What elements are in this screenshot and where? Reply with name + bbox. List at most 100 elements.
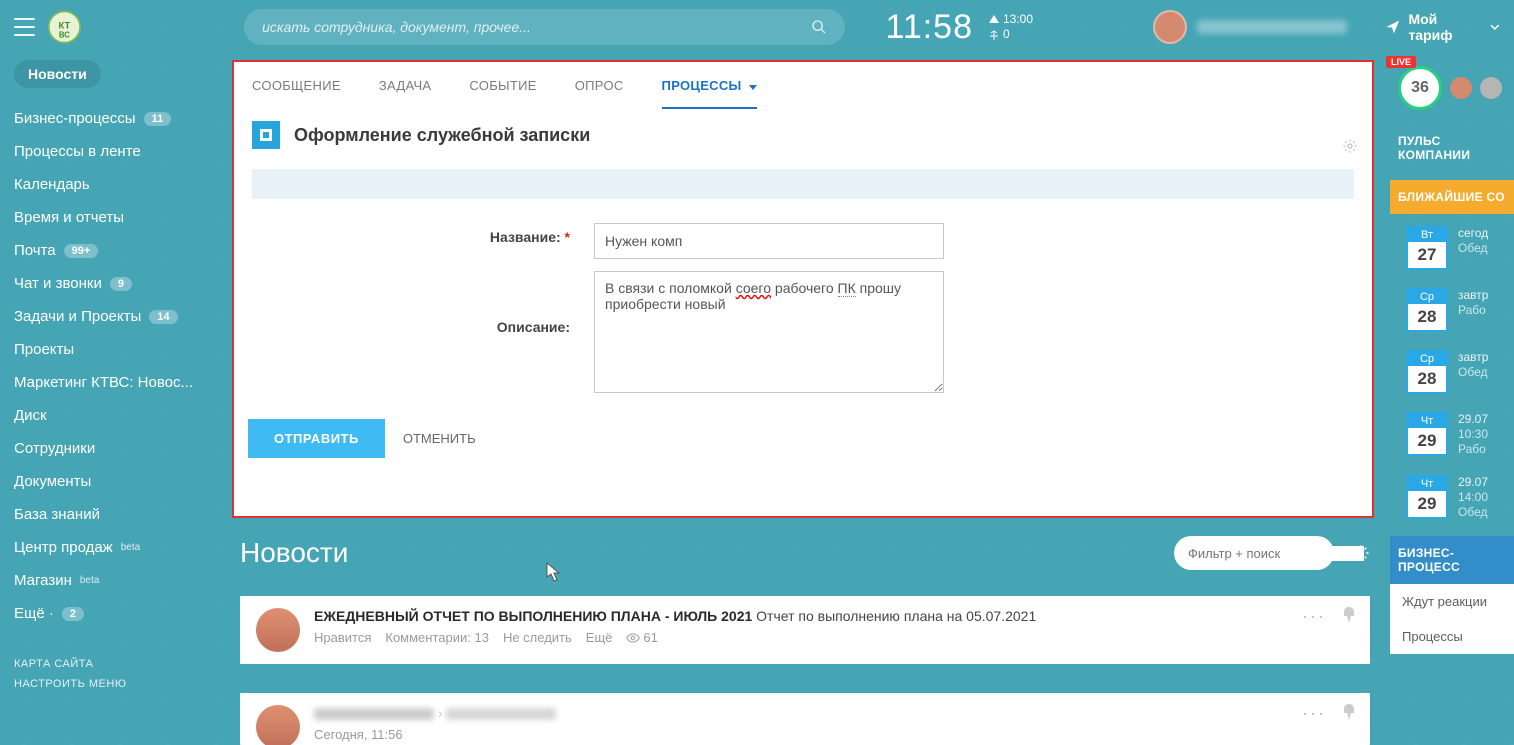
sidebar-item[interactable]: Магазинbeta [14,564,224,597]
sidebar-item[interactable]: Процессы в ленте [14,135,224,168]
user-name-blurred [1197,20,1347,34]
more-menu-icon[interactable]: ··· [1302,606,1326,627]
calendar-item[interactable]: Чт29 29.07 10:30 Рабо [1390,406,1514,463]
avatar [256,705,300,745]
time-counters: 13:00 0 [989,12,1033,42]
sitemap-link[interactable]: КАРТА САЙТА [14,654,224,674]
timestamp: Сегодня, 11:56 [314,727,403,742]
calendar-chip: Ср28 [1406,350,1448,394]
live-widget[interactable]: LIVE 36 [1390,60,1514,116]
calendar-chip: Чт29 [1406,412,1448,456]
tab[interactable]: ОПРОС [575,78,624,109]
svg-text:ВС: ВС [59,30,70,39]
comments-link[interactable]: Комментарии: 13 [385,630,489,645]
avatar [1450,77,1472,99]
tabs-row: СООБЩЕНИЕ ЗАДАЧА СОБЫТИЕ ОПРОС ПРОЦЕССЫ [234,62,1372,109]
search-input[interactable] [262,19,811,35]
right-rail: LIVE 36 ПУЛЬС КОМПАНИИ БЛИЖАЙШИЕ СО Вт27… [1390,60,1514,654]
live-badge: LIVE [1386,56,1416,68]
pin-icon[interactable] [1342,606,1356,624]
form-title: Оформление служебной записки [294,125,590,146]
paper-plane-icon [1385,19,1400,35]
global-search[interactable] [244,9,845,45]
header: КТ ВС 11:58 13:00 0 Мой тариф [0,0,1514,54]
chevron-down-icon [1490,22,1500,32]
sidebar-item[interactable]: Маркетинг КТВС: Новос... [14,366,224,399]
feed-item[interactable]: ЕЖЕДНЕВНЫЙ ОТЧЕТ ПО ВЫПОЛНЕНИЮ ПЛАНА - И… [240,596,1370,664]
sidebar-item[interactable]: Календарь [14,168,224,201]
calendar-chip: Ср28 [1406,288,1448,332]
like-link[interactable]: Нравится [314,630,371,645]
author-blurred [314,708,434,720]
views: 61 [626,630,657,645]
sidebar-item[interactable]: Диск [14,399,224,432]
avatar [256,608,300,652]
tab[interactable]: ЗАДАЧА [379,78,432,109]
name-input[interactable] [594,223,944,259]
hamburger-icon[interactable] [14,18,35,36]
form-title-row: Оформление служебной записки [234,109,1372,161]
news-header: Новости [240,536,1370,570]
unfollow-link[interactable]: Не следить [503,630,572,645]
sidebar-item[interactable]: Проекты [14,333,224,366]
news-heading: Новости [240,537,1174,569]
info-strip [252,169,1354,199]
calendar-item[interactable]: Ср28 завтр Рабо [1390,282,1514,338]
sidebar-item[interactable]: Сотрудники [14,432,224,465]
sidebar-item[interactable]: Бизнес-процессы11 [14,102,224,135]
name-label: Название: * [274,223,594,245]
tab[interactable]: ПРОЦЕССЫ [662,78,758,109]
feed-title: ЕЖЕДНЕВНЫЙ ОТЧЕТ ПО ВЫПОЛНЕНИЮ ПЛАНА - И… [314,608,1036,624]
calendar-text: 29.07 14:00 Обед [1458,475,1488,520]
sidebar-item[interactable]: Ещё ·2 [14,597,224,630]
more-link[interactable]: Ещё [586,630,613,645]
tab[interactable]: СООБЩЕНИЕ [252,78,341,109]
submit-button[interactable]: ОТПРАВИТЬ [248,419,385,458]
calendar-chip: Вт27 [1406,226,1448,270]
sidebar: Новости Бизнес-процессы11Процессы в лент… [14,60,224,694]
filter-input[interactable] [1188,546,1364,561]
calendar-text: 29.07 10:30 Рабо [1458,412,1488,457]
eye-icon [626,631,640,645]
pin-icon[interactable] [1342,703,1356,721]
search-icon [811,19,827,35]
process-form-card: СООБЩЕНИЕ ЗАДАЧА СОБЫТИЕ ОПРОС ПРОЦЕССЫ Офор… [232,60,1374,518]
user-chip[interactable] [1153,10,1347,44]
more-menu-icon[interactable]: ··· [1302,703,1326,724]
disk-icon [1480,77,1502,99]
gear-icon[interactable] [1342,138,1358,154]
sidebar-item[interactable]: Почта99+ [14,234,224,267]
sidebar-item[interactable]: Задачи и Проекты14 [14,300,224,333]
desc-textarea[interactable]: В связи с поломкой соего рабочего ПК про… [594,271,944,393]
filter-search[interactable] [1174,536,1334,570]
avatar [1153,10,1187,44]
logo[interactable]: КТ ВС [47,9,82,45]
gear-icon[interactable] [1352,544,1370,562]
feed-item[interactable]: › Сегодня, 11:56 ··· [240,693,1370,745]
cancel-button[interactable]: ОТМЕНИТЬ [403,431,476,446]
calendar-item[interactable]: Вт27 сегод Обед [1390,220,1514,276]
pulse-header[interactable]: ПУЛЬС КОМПАНИИ [1390,124,1514,172]
tariff-button[interactable]: Мой тариф [1385,11,1500,43]
process-icon [252,121,280,149]
bp-header[interactable]: БИЗНЕС-ПРОЦЕСС [1390,536,1514,584]
live-count: 36 [1398,66,1442,110]
calendar-item[interactable]: Чт29 29.07 14:00 Обед [1390,469,1514,526]
recipient-blurred [446,708,556,720]
bp-processes-link[interactable]: Процессы [1390,619,1514,654]
calendar-text: сегод Обед [1458,226,1488,270]
sidebar-item[interactable]: Время и отчеты [14,201,224,234]
configure-menu-link[interactable]: НАСТРОИТЬ МЕНЮ [14,674,224,694]
bp-await-link[interactable]: Ждут реакции [1390,584,1514,619]
sidebar-item[interactable]: База знаний [14,498,224,531]
sidebar-item[interactable]: Документы [14,465,224,498]
sidebar-item[interactable]: Чат и звонки9 [14,267,224,300]
nearest-header[interactable]: БЛИЖАЙШИЕ СО [1390,180,1514,214]
tab[interactable]: СОБЫТИЕ [469,78,536,109]
calendar-text: завтр Обед [1458,350,1488,394]
sidebar-active[interactable]: Новости [14,60,101,88]
calendar-chip: Чт29 [1406,475,1448,519]
sidebar-item[interactable]: Центр продажbeta [14,531,224,564]
calendar-text: завтр Рабо [1458,288,1488,332]
calendar-item[interactable]: Ср28 завтр Обед [1390,344,1514,400]
